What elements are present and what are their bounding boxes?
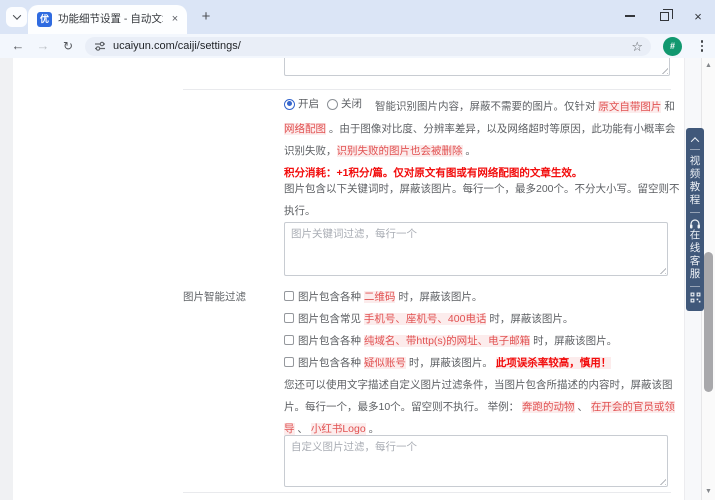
checkbox-phone[interactable] bbox=[284, 313, 294, 323]
row-divider bbox=[183, 492, 671, 493]
chevron-down-icon bbox=[12, 11, 21, 20]
restore-icon bbox=[659, 8, 673, 21]
checkbox-row-phone: 图片包含常见 手机号、座机号、400电话 时，屏蔽该图片。 bbox=[284, 308, 682, 330]
radio-off-label: 关闭 bbox=[341, 98, 362, 110]
qr-code-icon[interactable] bbox=[690, 292, 701, 303]
radio-smart-recognition-off[interactable]: 关闭 bbox=[327, 93, 362, 115]
radio-selected-icon bbox=[284, 98, 295, 110]
smart-filter-options: 图片包含各种 二维码 时，屏蔽该图片。 图片包含常见 手机号、座机号、400电话… bbox=[284, 286, 682, 374]
tab-title: 功能细节设置 - 自动文章采集 bbox=[58, 13, 163, 25]
resize-handle-icon[interactable] bbox=[657, 476, 666, 485]
page-content: 开启 关闭 智能识别图片内容，屏蔽不需要的图片。仅针对 原文自带图片 和 网络配图 … bbox=[0, 58, 715, 500]
close-icon: × bbox=[694, 8, 702, 24]
scroll-down-icon[interactable]: ▼ bbox=[702, 486, 715, 498]
scrollbar-thumb[interactable] bbox=[704, 252, 713, 392]
custom-filter-hint: 您还可以使用文字描述自定义图片过滤条件，当图片包含所描述的内容时，屏蔽该图片。每… bbox=[284, 379, 675, 435]
radio-unselected-icon bbox=[327, 98, 338, 110]
site-favicon: 优 bbox=[37, 12, 52, 27]
smart-filter-label: 图片智能过滤 bbox=[183, 291, 246, 303]
restore-button[interactable] bbox=[647, 0, 681, 32]
forward-button[interactable]: → bbox=[31, 34, 55, 58]
checkbox-row-account: 图片包含各种 疑似账号 时，屏蔽该图片。 此项误杀率较高，慎用！ bbox=[284, 352, 682, 374]
widget-divider bbox=[690, 149, 700, 150]
close-button[interactable]: × bbox=[681, 0, 715, 32]
address-bar[interactable]: ucaiyun.com/caiji/settings/ ☆ bbox=[85, 36, 651, 56]
radio-on-label: 开启 bbox=[298, 98, 319, 110]
new-tab-button[interactable]: + bbox=[196, 8, 216, 28]
checkbox-row-qrcode: 图片包含各种 二维码 时，屏蔽该图片。 bbox=[284, 286, 682, 308]
tab-search-button[interactable] bbox=[6, 7, 27, 27]
keyword-filter-placeholder: 图片关键词过滤，每行一个 bbox=[291, 228, 417, 240]
browser-tab[interactable]: 优 功能细节设置 - 自动文章采集 × bbox=[28, 5, 187, 34]
online-service-item[interactable]: 在线客服 bbox=[688, 229, 702, 281]
checkbox-row-url: 图片包含各种 纯域名、带http(s)的网址、电子邮箱 时，屏蔽该图片。 bbox=[284, 330, 682, 352]
custom-filter-placeholder: 自定义图片过滤，每行一个 bbox=[291, 441, 417, 453]
resize-handle-icon[interactable] bbox=[657, 265, 666, 274]
resize-handle-icon[interactable] bbox=[659, 65, 668, 74]
browser-menu-icon[interactable] bbox=[694, 36, 710, 56]
browser-toolbar: ← → ↻ ucaiyun.com/caiji/settings/ ☆ # bbox=[0, 34, 715, 58]
floating-side-widget: 视频教程 在线客服 bbox=[686, 128, 704, 311]
checkbox-account[interactable] bbox=[284, 357, 294, 367]
bookmark-star-icon[interactable]: ☆ bbox=[631, 37, 643, 56]
reload-button[interactable]: ↻ bbox=[56, 34, 80, 58]
widget-divider bbox=[690, 212, 700, 213]
smart-recognition-section: 开启 关闭 智能识别图片内容，屏蔽不需要的图片。仅针对 原文自带图片 和 网络配图 … bbox=[284, 93, 682, 184]
tab-close-icon[interactable]: × bbox=[168, 13, 182, 27]
profile-avatar[interactable]: # bbox=[663, 36, 682, 56]
back-button[interactable]: ← bbox=[6, 34, 30, 58]
url-text: ucaiyun.com/caiji/settings/ bbox=[113, 40, 241, 52]
minimize-icon bbox=[625, 15, 635, 17]
page-left-margin bbox=[0, 58, 13, 500]
scroll-up-icon[interactable]: ▲ bbox=[702, 60, 715, 72]
row-divider bbox=[183, 89, 671, 90]
window-controls: × bbox=[613, 0, 715, 32]
video-tutorial-item[interactable]: 视频教程 bbox=[688, 155, 702, 207]
previous-row-textarea[interactable] bbox=[284, 58, 670, 76]
headset-icon bbox=[690, 219, 700, 229]
tab-strip: 优 功能细节设置 - 自动文章采集 × + × bbox=[0, 0, 715, 34]
radio-smart-recognition-on[interactable]: 开启 bbox=[284, 93, 319, 115]
page-info-icon[interactable] bbox=[94, 40, 106, 52]
keyword-filter-hint: 图片包含以下关键词时，屏蔽该图片。每行一个，最多200个。不分大小写。留空则不执… bbox=[284, 183, 680, 217]
custom-filter-textarea[interactable]: 自定义图片过滤，每行一个 bbox=[284, 435, 668, 487]
keyword-filter-textarea[interactable]: 图片关键词过滤，每行一个 bbox=[284, 222, 668, 276]
collapse-up-icon[interactable] bbox=[690, 137, 700, 146]
widget-divider bbox=[690, 286, 700, 287]
checkbox-url[interactable] bbox=[284, 335, 294, 345]
minimize-button[interactable] bbox=[613, 0, 647, 32]
browser-window: 优 功能细节设置 - 自动文章采集 × + × ← → ↻ ucaiyun.co… bbox=[0, 0, 715, 500]
checkbox-qrcode[interactable] bbox=[284, 291, 294, 301]
